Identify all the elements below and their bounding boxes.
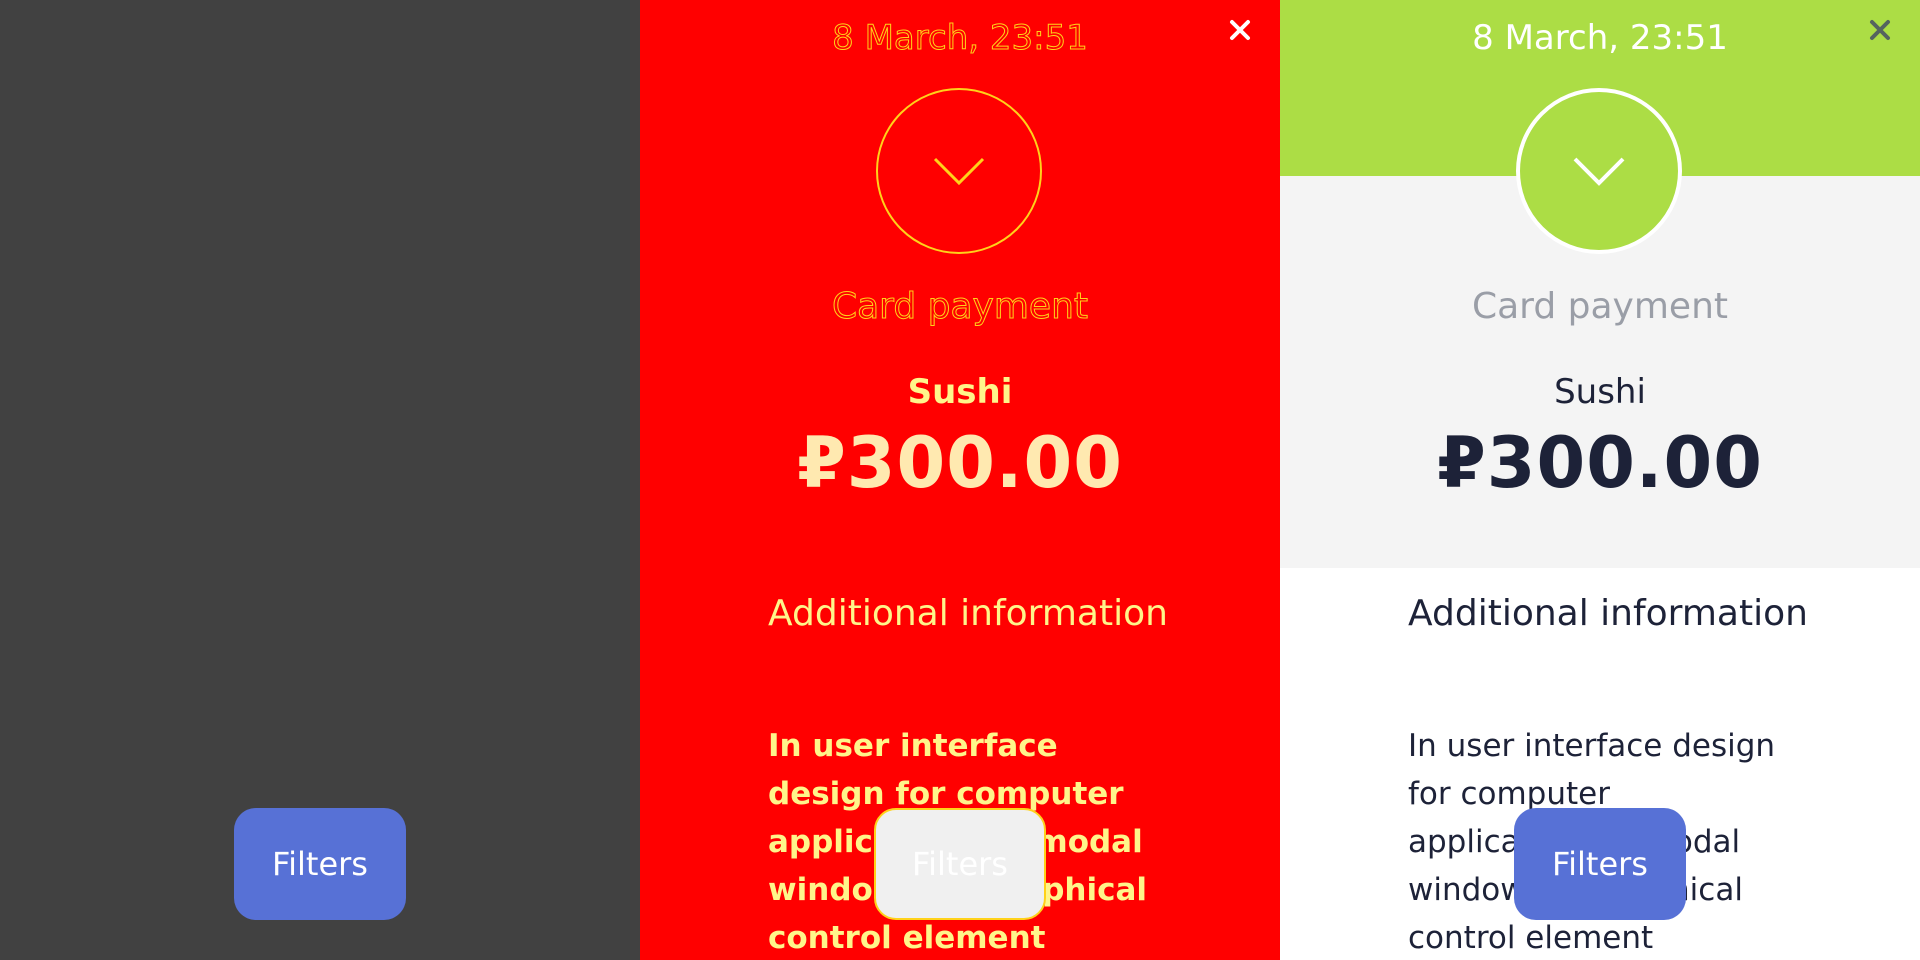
status-circle (876, 88, 1042, 254)
payment-amount: ₽300.00 (797, 422, 1123, 504)
close-icon[interactable] (1862, 12, 1898, 48)
receipt-panel: 8 March, 23:51 Card payment Sushi ₽300.0… (1280, 0, 1920, 960)
payment-type: Card payment (1471, 286, 1729, 327)
additional-info-title: Additional information (1408, 593, 1808, 634)
dark-overlay-panel: Filters (0, 0, 640, 960)
receipt-date: 8 March, 23:51 (832, 18, 1089, 59)
stage: Filters 8 March, 23:51 Card payment Sush… (0, 0, 1920, 960)
payment-amount: ₽300.00 (1437, 422, 1763, 504)
close-icon[interactable] (1222, 12, 1258, 48)
receipt-date: 8 March, 23:51 (1472, 18, 1728, 58)
filters-button[interactable]: Filters (874, 808, 1046, 920)
chevron-down-icon (933, 157, 985, 186)
chevron-down-icon (1573, 157, 1625, 186)
status-circle (1516, 88, 1682, 254)
merchant-name: Sushi (1554, 372, 1646, 412)
filters-button[interactable]: Filters (1514, 808, 1686, 920)
merchant-name: Sushi (907, 372, 1013, 412)
highlighted-receipt-panel: 8 March, 23:51 Card payment Sushi ₽300.0… (640, 0, 1280, 960)
filters-button[interactable]: Filters (234, 808, 406, 920)
additional-info-title: Additional information (768, 593, 1168, 634)
payment-type: Card payment (831, 286, 1089, 328)
